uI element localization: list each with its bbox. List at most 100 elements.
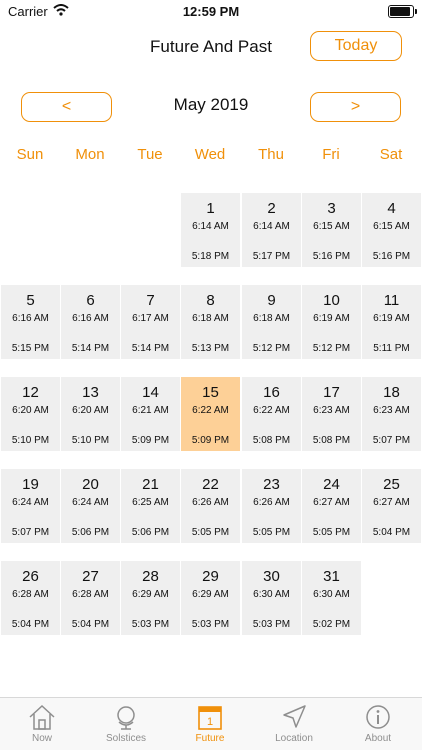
sunrise-time: 6:19 AM xyxy=(313,313,350,324)
day-number: 24 xyxy=(323,476,340,493)
sunset-time: 5:06 PM xyxy=(131,527,170,538)
day-number: 27 xyxy=(82,568,99,585)
day-number: 3 xyxy=(327,200,336,217)
sunrise-time: 6:16 AM xyxy=(12,313,49,324)
day-cell[interactable]: 16 6:22 AM 5:08 PM xyxy=(242,377,301,451)
sunrise-time: 6:19 AM xyxy=(373,313,410,324)
day-cell[interactable]: 6 6:16 AM 5:14 PM xyxy=(61,285,120,359)
tab-now[interactable]: Now xyxy=(0,702,84,750)
day-number: 11 xyxy=(383,292,400,309)
day-cell[interactable]: 5 6:16 AM 5:15 PM xyxy=(1,285,60,359)
sunrise-time: 6:24 AM xyxy=(72,497,109,508)
day-cell[interactable]: 20 6:24 AM 5:06 PM xyxy=(61,469,120,543)
day-cell[interactable]: 21 6:25 AM 5:06 PM xyxy=(121,469,180,543)
sunset-time: 5:18 PM xyxy=(191,251,230,262)
sunset-time: 5:04 PM xyxy=(372,527,411,538)
sunset-time: 5:12 PM xyxy=(252,343,291,354)
sunrise-time: 6:14 AM xyxy=(192,221,229,232)
day-cell[interactable]: 26 6:28 AM 5:04 PM xyxy=(1,561,60,635)
sunset-time: 5:09 PM xyxy=(191,435,230,446)
day-cell[interactable]: 7 6:17 AM 5:14 PM xyxy=(121,285,180,359)
day-cell[interactable]: 1 6:14 AM 5:18 PM xyxy=(181,193,240,267)
day-cell[interactable]: 24 6:27 AM 5:05 PM xyxy=(302,469,361,543)
day-cell[interactable]: 31 6:30 AM 5:02 PM xyxy=(302,561,361,635)
day-number: 19 xyxy=(22,476,39,493)
day-number: 25 xyxy=(383,476,400,493)
tab-location[interactable]: Location xyxy=(252,702,336,750)
sunset-time: 5:17 PM xyxy=(252,251,291,262)
day-cell[interactable]: 22 6:26 AM 5:05 PM xyxy=(181,469,240,543)
day-number: 26 xyxy=(22,568,39,585)
day-cell[interactable]: 25 6:27 AM 5:04 PM xyxy=(362,469,421,543)
sunrise-time: 6:16 AM xyxy=(72,313,109,324)
day-cell[interactable]: 28 6:29 AM 5:03 PM xyxy=(121,561,180,635)
sunset-time: 5:10 PM xyxy=(71,435,110,446)
sunrise-time: 6:30 AM xyxy=(253,589,290,600)
day-cell[interactable]: 4 6:15 AM 5:16 PM xyxy=(362,193,421,267)
house-icon xyxy=(29,704,55,730)
day-number: 10 xyxy=(323,292,340,309)
day-cell[interactable]: 2 6:14 AM 5:17 PM xyxy=(242,193,301,267)
day-cell[interactable]: 15 6:22 AM 5:09 PM xyxy=(181,377,240,451)
sunrise-time: 6:15 AM xyxy=(313,221,350,232)
day-number: 9 xyxy=(267,292,276,309)
calendar-icon: 1 xyxy=(198,706,222,730)
sunrise-time: 6:26 AM xyxy=(253,497,290,508)
sunrise-time: 6:30 AM xyxy=(313,589,350,600)
day-number: 21 xyxy=(142,476,159,493)
day-cell[interactable]: 19 6:24 AM 5:07 PM xyxy=(1,469,60,543)
day-cell[interactable]: 11 6:19 AM 5:11 PM xyxy=(362,285,421,359)
location-arrow-icon xyxy=(283,705,306,728)
sunset-time: 5:15 PM xyxy=(11,343,50,354)
tab-future[interactable]: 1 Future xyxy=(168,702,252,750)
tab-about-label: About xyxy=(364,733,392,744)
day-number: 29 xyxy=(202,568,219,585)
sunrise-time: 6:20 AM xyxy=(12,405,49,416)
day-cell[interactable]: 9 6:18 AM 5:12 PM xyxy=(242,285,301,359)
day-number: 14 xyxy=(142,384,159,401)
sunrise-time: 6:26 AM xyxy=(192,497,229,508)
day-cell[interactable]: 3 6:15 AM 5:16 PM xyxy=(302,193,361,267)
day-number: 30 xyxy=(263,568,280,585)
day-cell[interactable]: 10 6:19 AM 5:12 PM xyxy=(302,285,361,359)
sunset-time: 5:04 PM xyxy=(71,619,110,630)
sunrise-time: 6:15 AM xyxy=(373,221,410,232)
day-cell[interactable]: 27 6:28 AM 5:04 PM xyxy=(61,561,120,635)
sunset-time: 5:13 PM xyxy=(191,343,230,354)
day-number: 1 xyxy=(206,200,215,217)
day-cell[interactable]: 30 6:30 AM 5:03 PM xyxy=(242,561,301,635)
sunrise-time: 6:29 AM xyxy=(132,589,169,600)
svg-text:1: 1 xyxy=(207,716,213,728)
sunrise-time: 6:28 AM xyxy=(72,589,109,600)
sunrise-time: 6:24 AM xyxy=(12,497,49,508)
day-number: 6 xyxy=(86,292,95,309)
day-number: 8 xyxy=(206,292,215,309)
tab-solstices[interactable]: Solstices xyxy=(84,702,168,750)
sunset-time: 5:16 PM xyxy=(312,251,351,262)
sunset-time: 5:07 PM xyxy=(372,435,411,446)
sunrise-time: 6:27 AM xyxy=(313,497,350,508)
tab-about[interactable]: About xyxy=(336,702,420,750)
sunrise-time: 6:22 AM xyxy=(253,405,290,416)
day-number: 17 xyxy=(323,384,340,401)
day-number: 23 xyxy=(263,476,280,493)
day-cell[interactable]: 13 6:20 AM 5:10 PM xyxy=(61,377,120,451)
day-number: 15 xyxy=(202,384,219,401)
sunset-time: 5:09 PM xyxy=(131,435,170,446)
day-number: 7 xyxy=(146,292,155,309)
day-cell[interactable]: 8 6:18 AM 5:13 PM xyxy=(181,285,240,359)
sunset-time: 5:05 PM xyxy=(191,527,230,538)
day-cell[interactable]: 23 6:26 AM 5:05 PM xyxy=(242,469,301,543)
day-cell[interactable]: 18 6:23 AM 5:07 PM xyxy=(362,377,421,451)
day-number: 2 xyxy=(267,200,276,217)
sunrise-time: 6:28 AM xyxy=(12,589,49,600)
day-cell[interactable]: 29 6:29 AM 5:03 PM xyxy=(181,561,240,635)
sunrise-time: 6:18 AM xyxy=(253,313,290,324)
day-cell[interactable]: 14 6:21 AM 5:09 PM xyxy=(121,377,180,451)
day-number: 16 xyxy=(263,384,280,401)
day-number: 13 xyxy=(82,384,99,401)
day-cell[interactable]: 17 6:23 AM 5:08 PM xyxy=(302,377,361,451)
sunset-time: 5:03 PM xyxy=(131,619,170,630)
day-cell[interactable]: 12 6:20 AM 5:10 PM xyxy=(1,377,60,451)
sunset-time: 5:14 PM xyxy=(71,343,110,354)
